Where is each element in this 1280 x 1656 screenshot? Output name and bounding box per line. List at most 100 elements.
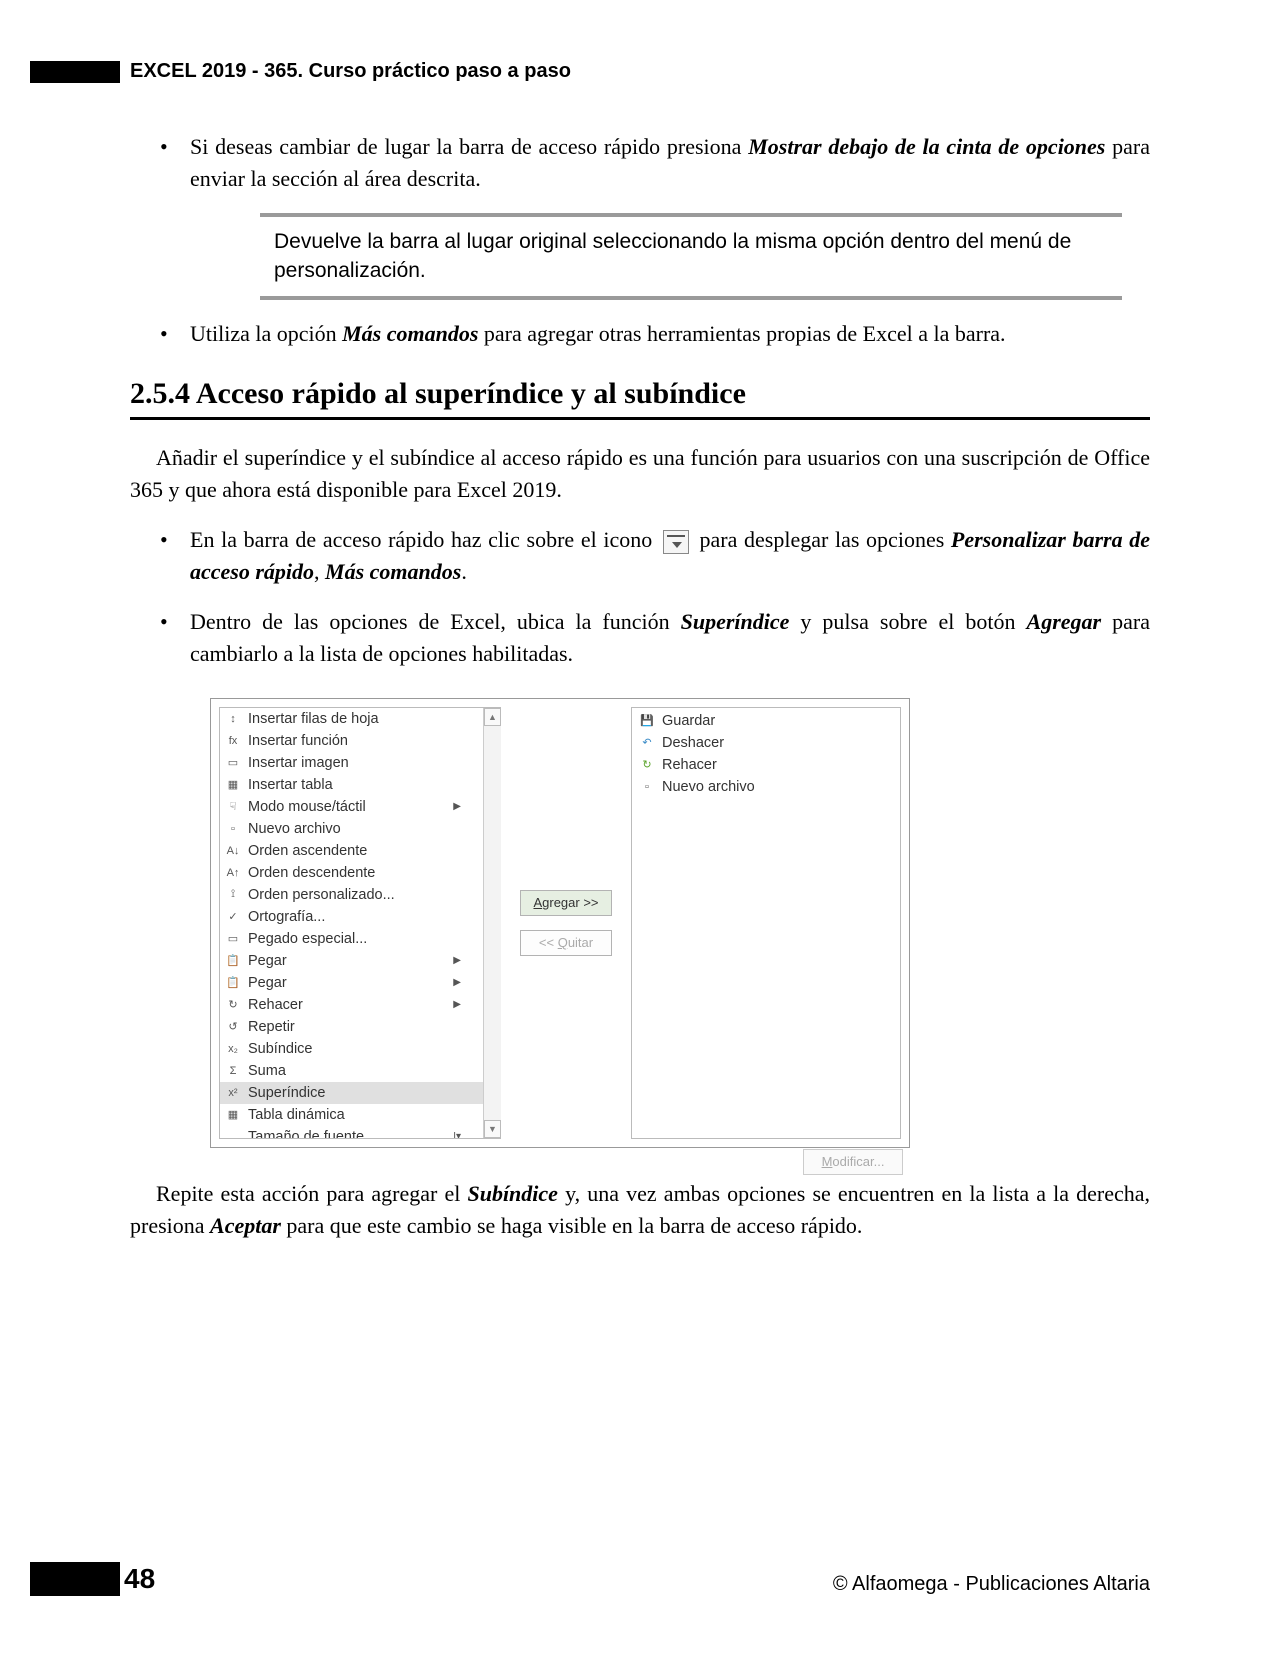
command-icon: ▫ [224, 821, 242, 837]
list-item-label: Orden personalizado... [248, 887, 395, 903]
note-box: Devuelve la barra al lugar original sele… [260, 213, 1122, 300]
command-icon: 📋 [224, 975, 242, 991]
list-item[interactable]: ▫Nuevo archivo [634, 776, 898, 798]
dropdown-icon [663, 530, 689, 554]
list-item[interactable]: x²Superíndice [220, 1082, 483, 1104]
list-item-label: Repetir [248, 1019, 295, 1035]
scroll-down-button[interactable]: ▼ [484, 1120, 501, 1138]
bold-italic-text: Mostrar debajo de la cinta de opciones [748, 134, 1105, 159]
list-item-label: Superíndice [248, 1085, 325, 1101]
list-item[interactable]: ✓ Ortografía... [220, 906, 483, 928]
text: y pulsa sobre el botón [789, 609, 1026, 634]
copyright-text: © Alfaomega - Publicaciones Altaria [833, 1573, 1150, 1596]
list-item[interactable]: ↻ Rehacer [634, 754, 898, 776]
list-item[interactable]: ▦ Tabla dinámica [220, 1104, 483, 1126]
command-icon: ↺ [224, 1019, 242, 1035]
list-item[interactable]: ↕Insertar filas de hoja [220, 708, 483, 730]
command-icon: ☟ [224, 799, 242, 815]
modify-button[interactable]: Modificar... [803, 1149, 903, 1175]
list-item[interactable]: ↺ Repetir [220, 1016, 483, 1038]
command-icon: fx [224, 733, 242, 749]
list-item-label: Rehacer [662, 757, 717, 773]
bold-italic-text: Más comandos [325, 559, 461, 584]
list-item[interactable]: ↶Deshacer [634, 732, 898, 754]
command-icon: ✓ [224, 909, 242, 925]
list-item[interactable]: ▭Insertar imagen [220, 752, 483, 774]
command-icon [224, 1129, 242, 1139]
list-item-label: Tabla dinámica [248, 1107, 345, 1123]
command-icon: ▭ [224, 755, 242, 771]
bullet-item: Dentro de las opciones de Excel, ubica l… [190, 606, 1150, 670]
command-icon: ↕ [224, 711, 242, 727]
header-accent-bar [30, 61, 120, 83]
remove-button[interactable]: << Quitar [520, 930, 612, 956]
command-icon: ↻ [638, 757, 656, 773]
command-icon: Σ [224, 1063, 242, 1079]
command-icon: A↑ [224, 865, 242, 881]
list-item[interactable]: ☟Modo mouse/táctil▶ [220, 796, 483, 818]
bullet-item: Si deseas cambiar de lugar la barra de a… [190, 131, 1150, 300]
bold-italic-text: Subíndice [467, 1181, 557, 1206]
available-commands-list[interactable]: ↕Insertar filas de hojafxInsertar funció… [219, 707, 501, 1139]
list-item-label: Rehacer [248, 997, 303, 1013]
list-item[interactable]: ▦Insertar tabla [220, 774, 483, 796]
submenu-arrow-icon: ▶ [453, 955, 461, 966]
command-icon: ▭ [224, 931, 242, 947]
bullet-item: Utiliza la opción Más comandos para agre… [190, 318, 1150, 350]
closing-paragraph: Repite esta acción para agregar el Subín… [130, 1178, 1150, 1242]
text: Utiliza la opción [190, 321, 342, 346]
list-item-label: Deshacer [662, 735, 724, 751]
mid-bullet-list: En la barra de acceso rápido haz clic so… [130, 524, 1150, 670]
command-icon: ▦ [224, 1107, 242, 1123]
list-item[interactable]: x₂ Subíndice [220, 1038, 483, 1060]
page-header: EXCEL 2019 - 365. Curso práctico paso a … [130, 60, 1150, 83]
page-number: 48 [124, 1563, 155, 1595]
bold-italic-text: Aceptar [210, 1213, 281, 1238]
list-item-label: Ortografía... [248, 909, 325, 925]
submenu-arrow-icon: ▶ [453, 977, 461, 988]
bold-italic-text: Más comandos [342, 321, 478, 346]
bold-italic-text: Agregar [1027, 609, 1102, 634]
list-item[interactable]: ▭ Pegado especial... [220, 928, 483, 950]
list-item-label: Suma [248, 1063, 286, 1079]
list-item[interactable]: fxInsertar función [220, 730, 483, 752]
selected-commands-list[interactable]: 💾Guardar↶Deshacer ↻ Rehacer ▫Nuevo archivo [631, 707, 901, 1139]
list-item-label: Modo mouse/táctil [248, 799, 366, 815]
intro-paragraph: Añadir el superíndice y el subíndice al … [130, 442, 1150, 506]
command-icon: 📋 [224, 953, 242, 969]
list-item[interactable]: 💾Guardar [634, 710, 898, 732]
list-item[interactable]: A↓Orden ascendente [220, 840, 483, 862]
top-bullet-list: Si deseas cambiar de lugar la barra de a… [130, 131, 1150, 349]
dialog-middle-buttons: Agregar >> << Quitar [501, 707, 631, 1139]
list-item[interactable]: Tamaño de fuenteI▾ [220, 1126, 483, 1139]
list-item-label: Nuevo archivo [662, 779, 755, 795]
list-item-label: Insertar tabla [248, 777, 333, 793]
list-item[interactable]: A↑Orden descendente [220, 862, 483, 884]
list-item[interactable]: ↻ Rehacer ▶ [220, 994, 483, 1016]
text: para que este cambio se haga visible en … [281, 1213, 863, 1238]
list-item-label: Pegar [248, 975, 287, 991]
header-title: EXCEL 2019 - 365. Curso práctico paso a … [130, 60, 571, 83]
list-item-label: Nuevo archivo [248, 821, 341, 837]
text: Si deseas cambiar de lugar la barra de a… [190, 134, 748, 159]
command-icon: x₂ [224, 1041, 242, 1057]
list-item-label: Subíndice [248, 1041, 313, 1057]
list-item[interactable]: ▫ Nuevo archivo [220, 818, 483, 840]
submenu-arrow-icon: ▶ [453, 999, 461, 1010]
scrollbar[interactable]: ▲ ▼ [483, 708, 501, 1138]
command-icon: ↻ [224, 997, 242, 1013]
list-item-label: Orden ascendente [248, 843, 367, 859]
list-item[interactable]: 📋Pegar▶ [220, 950, 483, 972]
add-button[interactable]: Agregar >> [520, 890, 612, 916]
scroll-up-button[interactable]: ▲ [484, 708, 501, 726]
page-footer: 48 © Alfaomega - Publicaciones Altaria [0, 1562, 1280, 1596]
list-item-label: Pegado especial... [248, 931, 367, 947]
text: Repite esta acción para agregar el [156, 1181, 467, 1206]
list-item[interactable]: 📋 Pegar ▶ [220, 972, 483, 994]
list-item[interactable]: ⟟Orden personalizado... [220, 884, 483, 906]
list-item[interactable]: Σ Suma [220, 1060, 483, 1082]
text: . [461, 559, 467, 584]
text: Dentro de las opciones de Excel, ubica l… [190, 609, 681, 634]
bold-italic-text: Superíndice [681, 609, 790, 634]
list-item-label: Tamaño de fuente [248, 1129, 364, 1139]
